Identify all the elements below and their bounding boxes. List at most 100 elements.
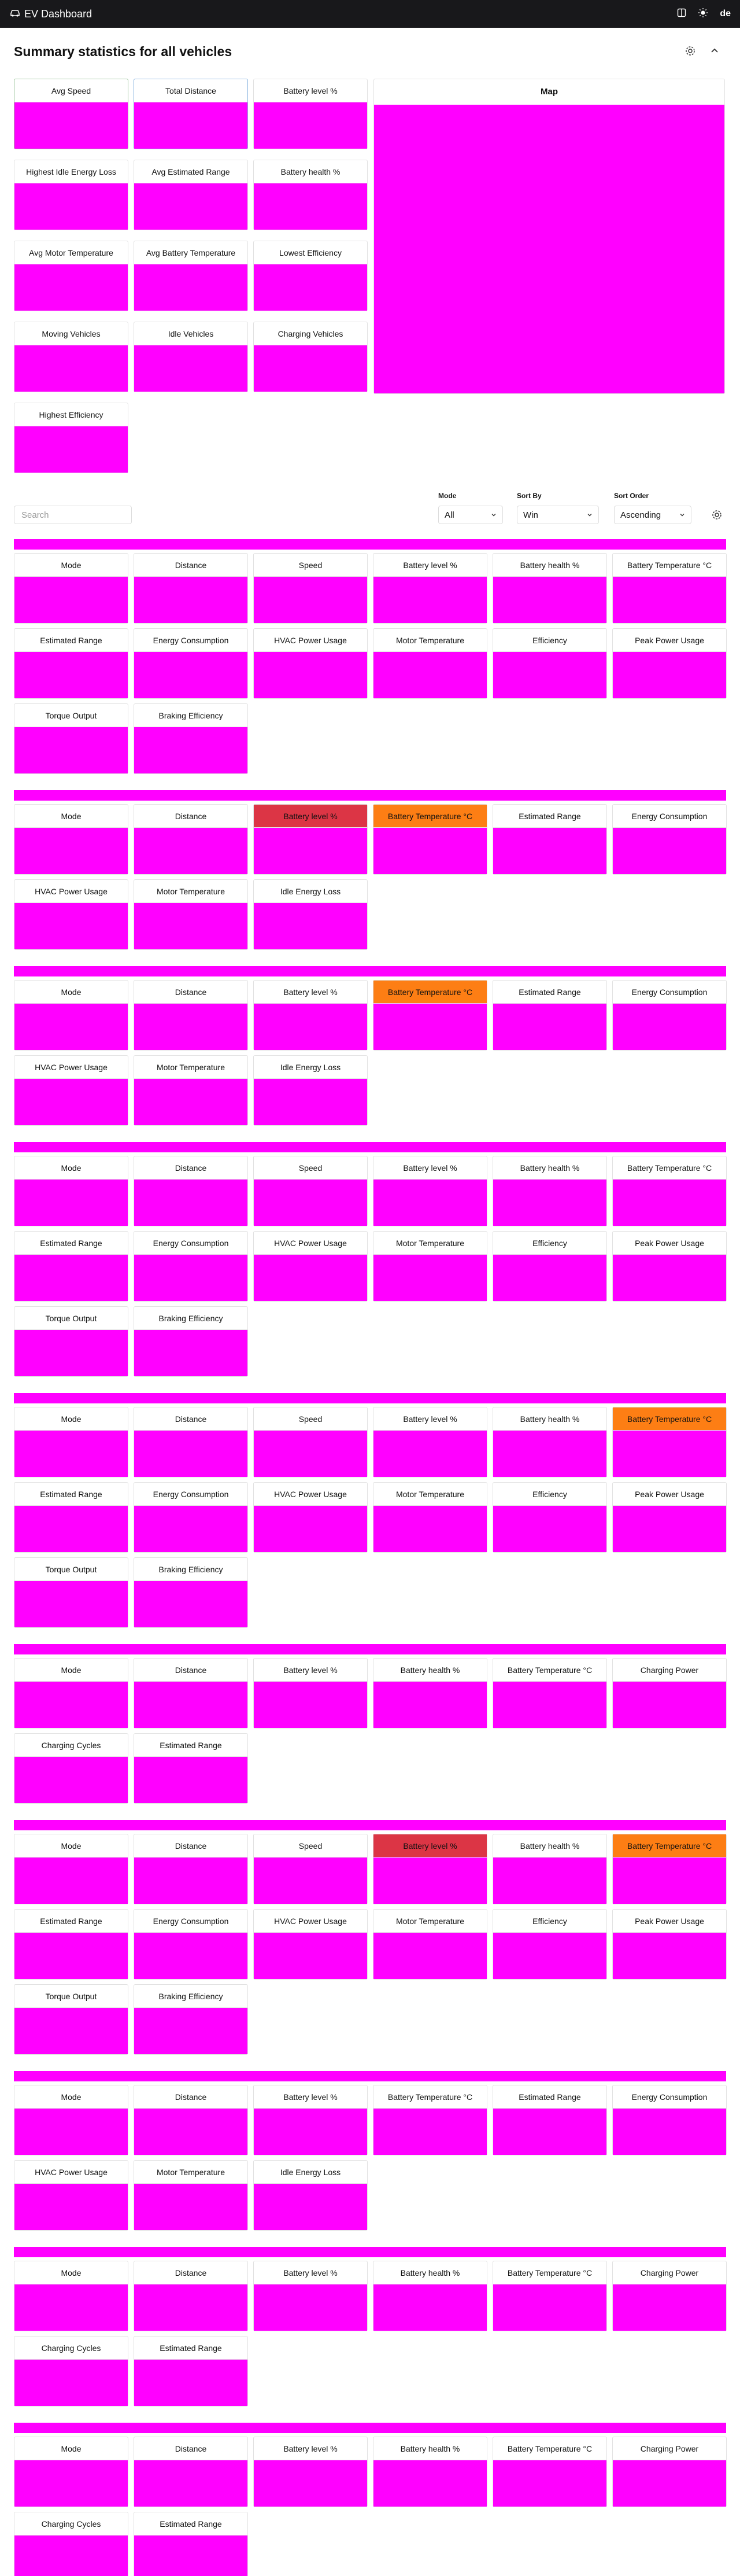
vehicle-metric-card[interactable]: Mode: [14, 804, 128, 875]
vehicle-header-bar[interactable]: [14, 1644, 726, 1654]
vehicle-metric-card[interactable]: Battery health %: [373, 2437, 487, 2507]
vehicle-metric-card[interactable]: Mode: [14, 1156, 128, 1226]
vehicle-metric-card[interactable]: Distance: [134, 1407, 248, 1477]
mode-select[interactable]: All: [438, 506, 503, 524]
vehicle-metric-card[interactable]: Peak Power Usage: [612, 1482, 727, 1553]
vehicle-metric-card[interactable]: Battery health %: [493, 1156, 607, 1226]
sort-order-select[interactable]: Ascending: [614, 506, 691, 524]
vehicle-metric-card[interactable]: Energy Consumption: [612, 804, 727, 875]
vehicle-metric-card[interactable]: Battery level %: [373, 1834, 487, 1904]
vehicle-metric-card[interactable]: Peak Power Usage: [612, 1231, 727, 1302]
vehicle-metric-card[interactable]: Motor Temperature: [134, 1055, 248, 1126]
vehicle-metric-card[interactable]: Peak Power Usage: [612, 628, 727, 699]
vehicle-metric-card[interactable]: Idle Energy Loss: [253, 1055, 368, 1126]
search-input[interactable]: [14, 506, 132, 524]
vehicle-metric-card[interactable]: Motor Temperature: [134, 879, 248, 950]
vehicle-metric-card[interactable]: HVAC Power Usage: [253, 628, 368, 699]
vehicle-metric-card[interactable]: Energy Consumption: [134, 628, 248, 699]
vehicle-metric-card[interactable]: Battery health %: [373, 2261, 487, 2331]
vehicle-metric-card[interactable]: Battery Temperature °C: [612, 553, 727, 624]
vehicle-metric-card[interactable]: Estimated Range: [14, 1231, 128, 1302]
vehicle-metric-card[interactable]: Battery Temperature °C: [373, 980, 487, 1051]
vehicle-metric-card[interactable]: Braking Efficiency: [134, 1557, 248, 1628]
vehicle-metric-card[interactable]: Distance: [134, 2085, 248, 2155]
vehicle-metric-card[interactable]: Charging Cycles: [14, 2336, 128, 2407]
vehicle-metric-card[interactable]: Braking Efficiency: [134, 1306, 248, 1377]
vehicle-metric-card[interactable]: Distance: [134, 1156, 248, 1226]
vehicle-metric-card[interactable]: Speed: [253, 1407, 368, 1477]
vehicle-metric-card[interactable]: Energy Consumption: [612, 980, 727, 1051]
vehicle-metric-card[interactable]: Charging Power: [612, 1658, 727, 1729]
vehicle-metric-card[interactable]: Charging Power: [612, 2261, 727, 2331]
vehicle-metric-card[interactable]: Battery Temperature °C: [373, 804, 487, 875]
vehicle-metric-card[interactable]: Motor Temperature: [134, 2160, 248, 2231]
summary-stat-card[interactable]: Battery health %: [253, 160, 368, 230]
vehicle-header-bar[interactable]: [14, 2423, 726, 2433]
vehicle-metric-card[interactable]: HVAC Power Usage: [253, 1482, 368, 1553]
vehicle-metric-card[interactable]: Battery Temperature °C: [612, 1834, 727, 1904]
vehicle-header-bar[interactable]: [14, 790, 726, 801]
language-switch[interactable]: de: [720, 9, 731, 19]
vehicle-metric-card[interactable]: Estimated Range: [493, 804, 607, 875]
vehicle-header-bar[interactable]: [14, 1820, 726, 1830]
vehicle-metric-card[interactable]: HVAC Power Usage: [14, 2160, 128, 2231]
vehicle-metric-card[interactable]: Battery Temperature °C: [493, 2261, 607, 2331]
summary-stat-card[interactable]: Lowest Efficiency: [253, 241, 368, 311]
vehicle-metric-card[interactable]: Speed: [253, 553, 368, 624]
vehicle-metric-card[interactable]: Efficiency: [493, 1231, 607, 1302]
layout-toggle-icon[interactable]: [677, 8, 686, 20]
map-panel[interactable]: Map: [373, 79, 725, 394]
vehicle-metric-card[interactable]: Mode: [14, 980, 128, 1051]
vehicle-metric-card[interactable]: Speed: [253, 1834, 368, 1904]
vehicle-metric-card[interactable]: Mode: [14, 553, 128, 624]
vehicle-metric-card[interactable]: Motor Temperature: [373, 1909, 487, 1980]
vehicle-metric-card[interactable]: Energy Consumption: [134, 1482, 248, 1553]
vehicle-metric-card[interactable]: Efficiency: [493, 628, 607, 699]
vehicle-metric-card[interactable]: Battery Temperature °C: [493, 1658, 607, 1729]
vehicle-metric-card[interactable]: Battery level %: [253, 804, 368, 875]
vehicle-metric-card[interactable]: HVAC Power Usage: [14, 1055, 128, 1126]
summary-stat-card[interactable]: Total Distance: [134, 79, 248, 149]
vehicle-metric-card[interactable]: Battery level %: [253, 2261, 368, 2331]
vehicle-metric-card[interactable]: Estimated Range: [14, 628, 128, 699]
vehicle-metric-card[interactable]: Charging Cycles: [14, 1733, 128, 1804]
vehicle-metric-card[interactable]: Estimated Range: [493, 2085, 607, 2155]
vehicle-metric-card[interactable]: Energy Consumption: [612, 2085, 727, 2155]
vehicle-metric-card[interactable]: Peak Power Usage: [612, 1909, 727, 1980]
vehicle-metric-card[interactable]: Battery level %: [253, 2085, 368, 2155]
summary-stat-card[interactable]: Avg Battery Temperature: [134, 241, 248, 311]
collapse-chevron-up-icon[interactable]: [709, 45, 720, 57]
vehicle-metric-card[interactable]: Battery level %: [373, 1156, 487, 1226]
vehicle-metric-card[interactable]: Distance: [134, 2261, 248, 2331]
summary-stat-card[interactable]: Highest Idle Energy Loss: [14, 160, 128, 230]
vehicle-metric-card[interactable]: Estimated Range: [134, 2512, 248, 2576]
vehicle-metric-card[interactable]: HVAC Power Usage: [253, 1231, 368, 1302]
vehicle-metric-card[interactable]: Battery health %: [493, 1407, 607, 1477]
summary-stat-card[interactable]: Charging Vehicles: [253, 322, 368, 392]
vehicle-metric-card[interactable]: Torque Output: [14, 703, 128, 774]
vehicle-header-bar[interactable]: [14, 966, 726, 976]
vehicle-metric-card[interactable]: Mode: [14, 2261, 128, 2331]
vehicle-metric-card[interactable]: Motor Temperature: [373, 1231, 487, 1302]
vehicle-metric-card[interactable]: Idle Energy Loss: [253, 879, 368, 950]
vehicle-metric-card[interactable]: Battery health %: [373, 1658, 487, 1729]
vehicle-metric-card[interactable]: Mode: [14, 1834, 128, 1904]
summary-stat-card[interactable]: Idle Vehicles: [134, 322, 248, 392]
list-settings-gear-icon[interactable]: [711, 509, 723, 521]
vehicle-metric-card[interactable]: Distance: [134, 1834, 248, 1904]
vehicle-metric-card[interactable]: Distance: [134, 804, 248, 875]
vehicle-metric-card[interactable]: Motor Temperature: [373, 628, 487, 699]
theme-toggle-sun-icon[interactable]: [698, 8, 708, 21]
vehicle-metric-card[interactable]: Battery level %: [253, 980, 368, 1051]
vehicle-metric-card[interactable]: Energy Consumption: [134, 1909, 248, 1980]
vehicle-metric-card[interactable]: Efficiency: [493, 1482, 607, 1553]
vehicle-metric-card[interactable]: Distance: [134, 2437, 248, 2507]
summary-stat-card[interactable]: Avg Speed: [14, 79, 128, 149]
vehicle-metric-card[interactable]: Efficiency: [493, 1909, 607, 1980]
vehicle-metric-card[interactable]: Battery Temperature °C: [612, 1407, 727, 1477]
vehicle-metric-card[interactable]: HVAC Power Usage: [14, 879, 128, 950]
vehicle-metric-card[interactable]: Battery level %: [253, 2437, 368, 2507]
vehicle-metric-card[interactable]: Motor Temperature: [373, 1482, 487, 1553]
vehicle-metric-card[interactable]: Battery Temperature °C: [493, 2437, 607, 2507]
vehicle-metric-card[interactable]: Mode: [14, 2085, 128, 2155]
